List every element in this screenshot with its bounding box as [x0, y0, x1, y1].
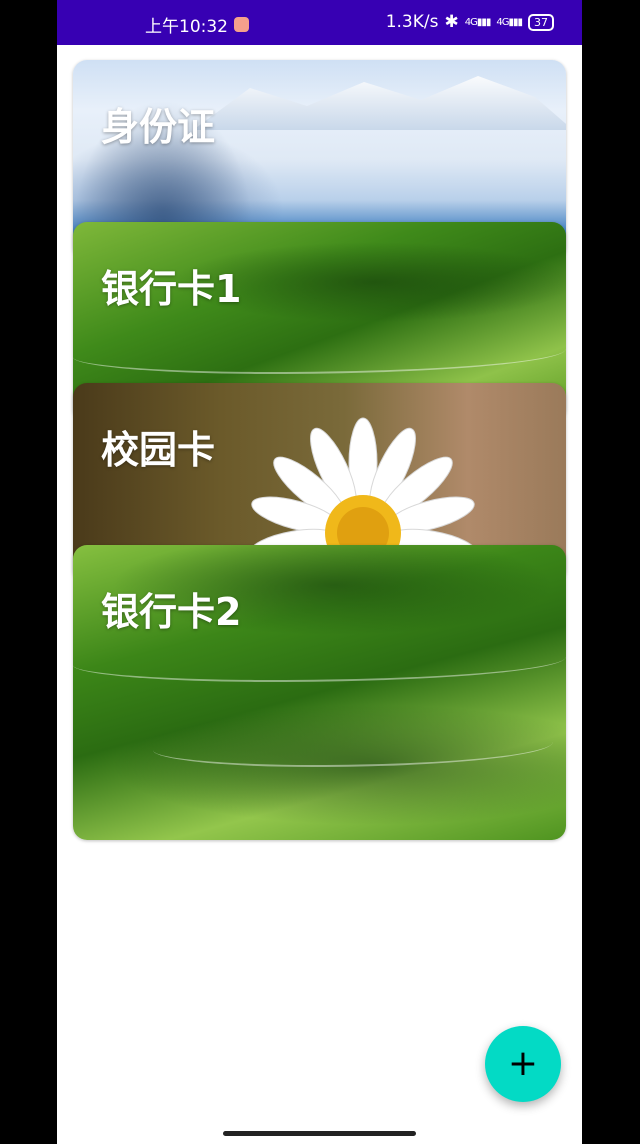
card-bank-2[interactable]: 银行卡2 — [73, 545, 566, 840]
stream-image — [153, 725, 553, 767]
card-title: 银行卡2 — [101, 590, 242, 634]
status-time: 上午10:32 — [145, 17, 228, 37]
status-bar: 上午10:32 1.3K/s ✱ 4G▮▮▮ 4G▮▮▮ 37 — [57, 0, 582, 45]
status-time-group: 上午10:32 — [145, 12, 249, 37]
signal-icon-1: 4G▮▮▮ — [464, 16, 492, 28]
stream-image — [73, 640, 566, 682]
card-title: 身份证 — [101, 105, 216, 149]
battery-icon: 37 — [528, 13, 554, 31]
card-title: 银行卡1 — [101, 267, 242, 311]
notification-icon — [234, 17, 249, 32]
stream-image — [73, 332, 566, 374]
status-right: 1.3K/s ✱ 4G▮▮▮ 4G▮▮▮ 37 — [386, 12, 554, 32]
signal-icon-2: 4G▮▮▮ — [496, 16, 523, 28]
app-screen: 上午10:32 1.3K/s ✱ 4G▮▮▮ 4G▮▮▮ 37 身份证 银行卡1 — [57, 0, 582, 1144]
bluetooth-icon: ✱ — [444, 12, 459, 32]
card-title: 校园卡 — [101, 428, 216, 472]
add-card-button[interactable]: + — [485, 1026, 561, 1102]
network-speed: 1.3K/s — [385, 12, 439, 32]
gesture-bar[interactable] — [223, 1131, 416, 1136]
